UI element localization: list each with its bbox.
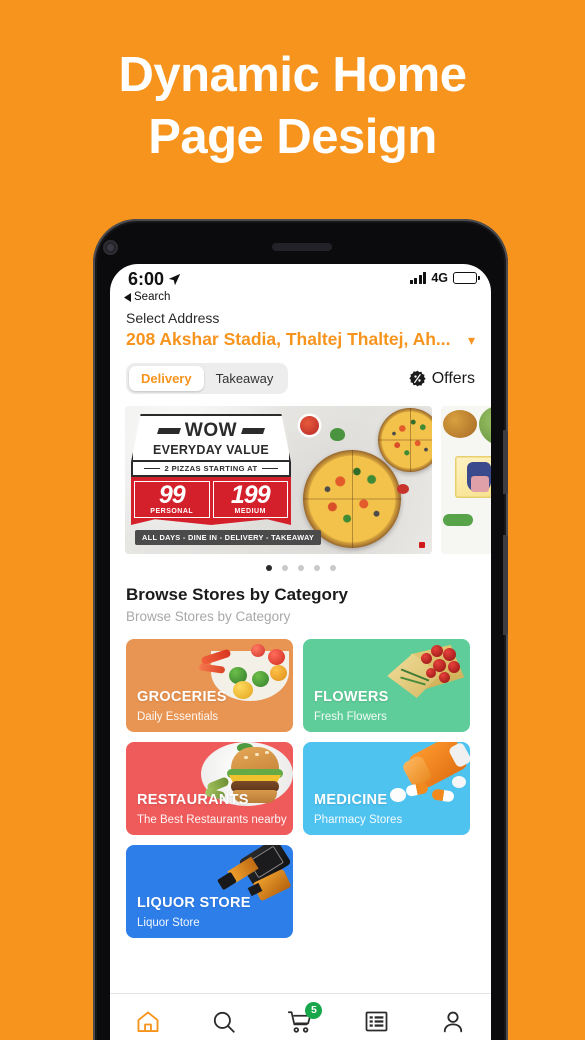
veg-nonveg-mark [419,542,425,548]
tab-takeaway[interactable]: Takeaway [204,366,286,391]
section-header: Browse Stores by Category Browse Stores … [110,571,491,627]
mode-toggle[interactable]: Delivery Takeaway [126,363,289,394]
location-arrow-icon [168,273,181,286]
back-triangle-icon [124,292,131,302]
app-screen: 6:00 Search 4G Select Address 208 Akshar… [110,264,491,1040]
category-card-liquor[interactable]: LIQUOR STORE Liquor Store [126,845,293,938]
bouquet-art [376,640,470,706]
chili-icon [397,484,409,494]
banner-headline: EVERYDAY VALUE [152,443,270,457]
carousel-dot-3[interactable] [297,565,304,571]
phone-speaker-icon [272,243,332,251]
banner-slide-2[interactable] [441,406,491,554]
category-title: GROCERIES [137,689,227,705]
tab-orders[interactable] [349,1000,405,1040]
status-bar: 6:00 Search 4G [110,264,491,304]
tab-delivery[interactable]: Delivery [129,366,204,391]
price-amount-medium: 199 [230,481,271,509]
category-grid: GROCERIES Daily Essentials FLOWERS Fresh… [110,627,491,938]
category-card-medicine[interactable]: MEDICINE Pharmacy Stores [303,742,470,835]
chevron-down-icon[interactable]: ▾ [468,333,475,347]
carousel-dot-5[interactable] [329,565,336,571]
category-card-restaurants[interactable]: RESTAURANTS The Best Restaurants nearby [126,742,293,835]
address-row[interactable]: 208 Akshar Stadia, Thaltej Thaltej, Ah..… [126,329,475,350]
tab-profile[interactable] [425,1000,481,1040]
grocery-banner-art [441,406,491,554]
banner-offer-card: WOW EVERYDAY VALUE 2 PIZZAS STARTING AT … [131,414,291,525]
category-title: MEDICINE [314,792,388,808]
tab-search[interactable] [196,1000,252,1040]
category-title: RESTAURANTS [137,792,249,808]
bottom-navigation: 5 [110,993,491,1040]
banner-headline-block: WOW EVERYDAY VALUE [131,414,291,462]
banner-carousel[interactable]: WOW EVERYDAY VALUE 2 PIZZAS STARTING AT … [110,406,491,554]
network-label: 4G [431,271,448,285]
category-desc: Pharmacy Stores [314,814,403,826]
status-time: 6:00 [128,269,181,290]
category-desc: The Best Restaurants nearby [137,814,287,826]
signal-bars-icon [409,272,427,284]
banner-slide-1[interactable]: WOW EVERYDAY VALUE 2 PIZZAS STARTING AT … [125,406,432,554]
banner-footer: ALL DAYS - DINE IN - DELIVERY - TAKEAWAY [135,530,322,545]
category-desc: Daily Essentials [137,711,219,723]
address-block[interactable]: Select Address 208 Akshar Stadia, Thalte… [110,304,491,350]
section-title: Browse Stores by Category [126,585,349,604]
phone-camera-icon [103,240,118,255]
category-title: FLOWERS [314,689,389,705]
category-card-groceries[interactable]: GROCERIES Daily Essentials [126,639,293,732]
tab-cart[interactable]: 5 [272,1000,328,1040]
banner-strip: 2 PIZZAS STARTING AT [131,462,291,477]
status-indicators: 4G [409,271,480,285]
address-label: Select Address [126,310,220,326]
category-title: LIQUOR STORE [137,895,251,911]
pills-art [374,742,470,812]
page-title-line-1: Dynamic Home [118,48,467,102]
section-subtitle: Browse Stores by Category [126,609,291,624]
phone-volume-button[interactable] [503,430,508,494]
dip-bowl-icon [300,416,319,435]
mode-row: Delivery Takeaway Offers [110,350,491,394]
search-icon [214,1011,235,1033]
carousel-dot-1[interactable] [265,565,272,571]
banner-price-band: 99 PERSONAL 199 MEDIUM [131,477,291,525]
category-desc: Liquor Store [137,917,200,929]
carousel-dot-4[interactable] [313,565,320,571]
phone-power-button[interactable] [503,535,508,635]
banner-brand: WOW [139,420,283,442]
discount-badge-icon [409,370,426,387]
tab-home[interactable] [120,1000,176,1040]
page-title-line-2: Page Design [148,110,437,164]
status-time-text: 6:00 [128,269,165,289]
person-icon [443,1011,462,1032]
address-value: 208 Akshar Stadia, Thaltej Thaltej, Ah..… [126,329,451,349]
offers-label: Offers [431,369,475,387]
list-icon [365,1011,388,1032]
category-desc: Fresh Flowers [314,711,387,723]
carousel-dot-2[interactable] [281,565,288,571]
offers-button[interactable]: Offers [409,370,475,388]
price-amount-personal: 99 [158,481,186,509]
status-back-label: Search [134,291,171,303]
price-box-personal: 99 PERSONAL [134,481,210,518]
status-back-to-app[interactable]: Search [124,291,170,303]
page-title: Dynamic Home Page Design [0,44,585,168]
herb-leaf-icon [330,428,345,441]
category-card-flowers[interactable]: FLOWERS Fresh Flowers [303,639,470,732]
battery-icon [453,272,480,284]
price-label-personal: PERSONAL [150,508,194,515]
price-label-medium: MEDIUM [234,508,266,515]
price-box-medium: 199 MEDIUM [212,481,288,518]
home-icon [137,1011,159,1032]
cart-badge: 5 [305,1001,323,1019]
